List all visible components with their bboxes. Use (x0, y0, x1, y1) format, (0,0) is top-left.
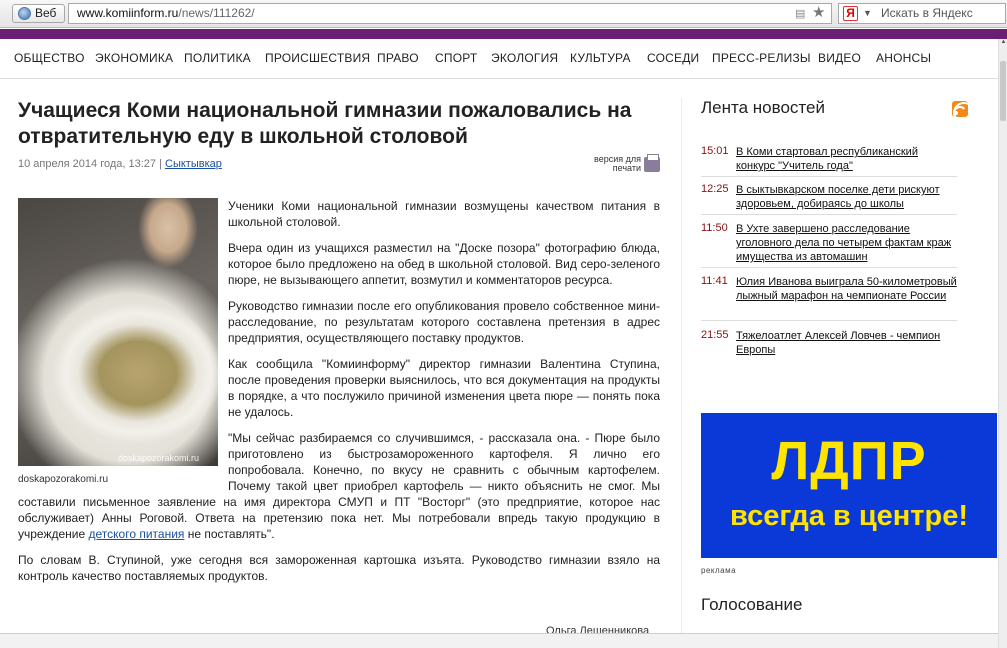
star-icon[interactable]: ★ (812, 3, 825, 21)
news-item[interactable]: 11:41 Юлия Иванова выиграла 50-километро… (701, 275, 957, 321)
city-link[interactable]: Сыктывкар (165, 158, 222, 170)
browser-toolbar: Веб www.komiinform.ru/news/111262/ ▤ ★ Я… (0, 0, 1007, 28)
address-bar[interactable]: www.komiinform.ru/news/111262/ (68, 3, 832, 24)
url-domain: www.komiinform.ru (77, 6, 179, 20)
page-scrollbar[interactable]: ▲ (998, 39, 1007, 648)
nav-item-incidents[interactable]: ПРОИСШЕСТВИЯ (265, 51, 370, 65)
url-path: /news/111262/ (178, 6, 255, 20)
search-placeholder: Искать в Яндекс (881, 6, 973, 20)
article-meta: 10 апреля 2014 года, 13:27 | Сыктывкар (18, 158, 222, 170)
news-link[interactable]: В Ухте завершено расследование уголовног… (736, 222, 958, 264)
meta-separator: | (159, 158, 162, 170)
article-photo[interactable]: doskapozorakomi.ru (18, 198, 218, 466)
paragraph-6: По словам В. Ступиной, уже сегодня вся з… (18, 553, 660, 583)
news-link[interactable]: В сыктывкарском поселке дети рискуют здо… (736, 183, 958, 211)
child-nutrition-link[interactable]: детского питания (89, 527, 185, 541)
news-item[interactable]: 15:01 В Коми стартовал республиканский к… (701, 145, 957, 177)
chevron-down-icon[interactable]: ▼ (863, 8, 872, 18)
news-feed-title: Лента новостей (701, 98, 825, 117)
nav-item-ecology[interactable]: ЭКОЛОГИЯ (491, 51, 558, 65)
news-link[interactable]: Юлия Иванова выиграла 50-километровый лы… (736, 275, 958, 303)
nav-item-economy[interactable]: ЭКОНОМИКА (95, 51, 173, 65)
ad-headline: ЛДПР (771, 431, 927, 491)
sidebar-divider (681, 98, 682, 638)
article-date: 10 апреля 2014 года, 13:27 (18, 158, 157, 170)
news-link[interactable]: Тяжелоатлет Алексей Ловчев - чемпион Евр… (736, 329, 958, 357)
poll-title: Голосование (701, 595, 803, 614)
nav-item-press-releases[interactable]: ПРЕСС-РЕЛИЗЫ (712, 51, 811, 65)
nav-item-law[interactable]: ПРАВО (377, 51, 419, 65)
paragraph-5-end: не поставлять". (184, 527, 275, 541)
yandex-logo[interactable]: Я (843, 6, 858, 21)
globe-icon (18, 7, 31, 20)
ad-slogan: всегда в центре! (730, 500, 968, 532)
ad-label: реклама (701, 566, 737, 575)
news-item[interactable]: 12:25 В сыктывкарском поселке дети риску… (701, 183, 957, 215)
nav-item-announcements[interactable]: АНОНСЫ (876, 51, 931, 65)
news-time: 11:50 (701, 222, 728, 234)
nav-item-politics[interactable]: ПОЛИТИКА (184, 51, 251, 65)
scroll-thumb[interactable] (1000, 61, 1006, 121)
news-link[interactable]: В Коми стартовал республиканский конкурс… (736, 145, 958, 173)
news-time: 11:41 (701, 275, 728, 287)
nav-item-sport[interactable]: СПОРТ (435, 51, 477, 65)
horizontal-scrollbar[interactable] (0, 633, 998, 648)
article-title: Учащиеся Коми национальной гимназии пожа… (18, 99, 632, 148)
header-accent-bar (0, 29, 1007, 39)
photo-caption: doskapozorakomi.ru (18, 474, 109, 485)
print-version-button[interactable]: версия для печати (585, 154, 665, 175)
web-button-label: Веб (35, 6, 57, 20)
nav-item-neighbors[interactable]: СОСЕДИ (647, 51, 699, 65)
nav-item-video[interactable]: ВИДЕО (818, 51, 861, 65)
rss-icon[interactable] (952, 101, 968, 117)
ldpr-ad-banner[interactable]: ЛДПР всегда в центре! (701, 413, 997, 558)
yandex-search-field[interactable]: Я ▼ Искать в Яндекс (838, 3, 1006, 24)
print-version-label: версия для печати (594, 154, 641, 173)
nav-item-culture[interactable]: КУЛЬТУРА (570, 51, 631, 65)
web-button[interactable]: Веб (12, 4, 66, 23)
news-item[interactable]: 11:50 В Ухте завершено расследование уго… (701, 222, 957, 268)
news-item[interactable]: 21:55 Тяжелоатлет Алексей Ловчев - чемпи… (701, 329, 957, 361)
nav-item-society[interactable]: ОБЩЕСТВО (14, 51, 85, 65)
print-icon (644, 154, 660, 172)
news-time: 21:55 (701, 329, 729, 341)
main-nav: ОБЩЕСТВО ЭКОНОМИКА ПОЛИТИКА ПРОИСШЕСТВИЯ… (0, 39, 1000, 79)
photo-watermark: doskapozorakomi.ru (118, 453, 200, 463)
scroll-up-icon[interactable]: ▲ (999, 39, 1007, 49)
news-time: 12:25 (701, 183, 729, 195)
news-time: 15:01 (701, 145, 729, 157)
rss-feed-icon[interactable]: ▤ (795, 7, 805, 20)
